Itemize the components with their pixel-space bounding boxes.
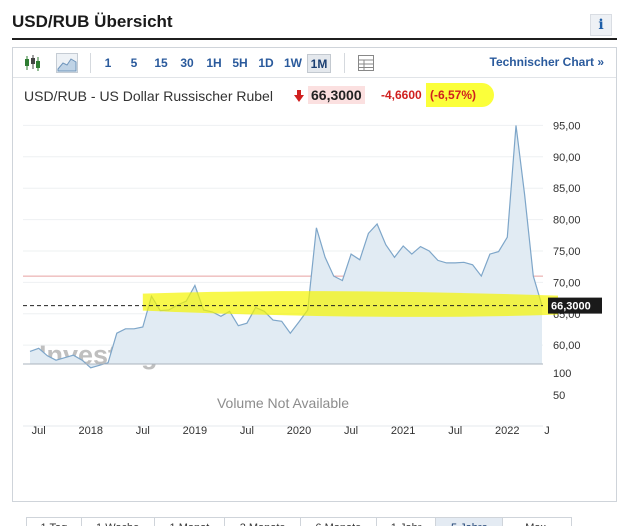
x-tick-label: 2019 — [183, 425, 207, 437]
x-tick-label: 2022 — [495, 425, 519, 437]
range-3-months[interactable]: 3 Monate — [225, 518, 301, 526]
x-tick-label: J — [544, 425, 550, 437]
y-tick-label: 85,00 — [553, 183, 581, 195]
current-price-label: 66,3000 — [551, 301, 591, 313]
volume-tick-label: 50 — [553, 390, 565, 402]
range-5-years[interactable]: 5 Jahre — [436, 518, 504, 526]
x-tick-label: 2020 — [287, 425, 311, 437]
y-tick-label: 80,00 — [553, 215, 581, 227]
range-selector: 1 Tag 1 Woche 1 Monat 3 Monate 6 Monate … — [26, 517, 572, 526]
info-button[interactable]: i — [590, 14, 612, 36]
range-max[interactable]: Max. — [503, 518, 571, 526]
price-chart[interactable]: Investing.com95,0090,0085,0080,0075,0070… — [13, 48, 616, 468]
page-title: USD/RUB Übersicht — [12, 12, 173, 31]
x-tick-label: 2021 — [391, 425, 415, 437]
range-6-months[interactable]: 6 Monate — [301, 518, 377, 526]
price-area — [30, 125, 542, 368]
x-tick-label: Jul — [136, 425, 150, 437]
y-tick-label: 75,00 — [553, 246, 581, 258]
x-tick-label: Jul — [240, 425, 254, 437]
x-tick-label: Jul — [344, 425, 358, 437]
range-1-month[interactable]: 1 Monat — [155, 518, 226, 526]
x-tick-label: 2018 — [79, 425, 103, 437]
x-tick-label: Jul — [448, 425, 462, 437]
title-divider — [12, 38, 617, 40]
x-tick-label: Jul — [32, 425, 46, 437]
y-tick-label: 95,00 — [553, 120, 581, 132]
range-1-week[interactable]: 1 Woche — [82, 518, 155, 526]
y-tick-label: 70,00 — [553, 277, 581, 289]
range-1-day[interactable]: 1 Tag — [27, 518, 82, 526]
range-1-year[interactable]: 1 Jahr — [377, 518, 437, 526]
chart-widget: 1 5 15 30 1H 5H 1D 1W 1M Technischer Cha… — [12, 47, 617, 526]
volume-unavailable-note: Volume Not Available — [217, 395, 349, 411]
volume-tick-label: 100 — [553, 368, 571, 380]
y-tick-label: 60,00 — [553, 340, 581, 352]
y-tick-label: 90,00 — [553, 152, 581, 164]
